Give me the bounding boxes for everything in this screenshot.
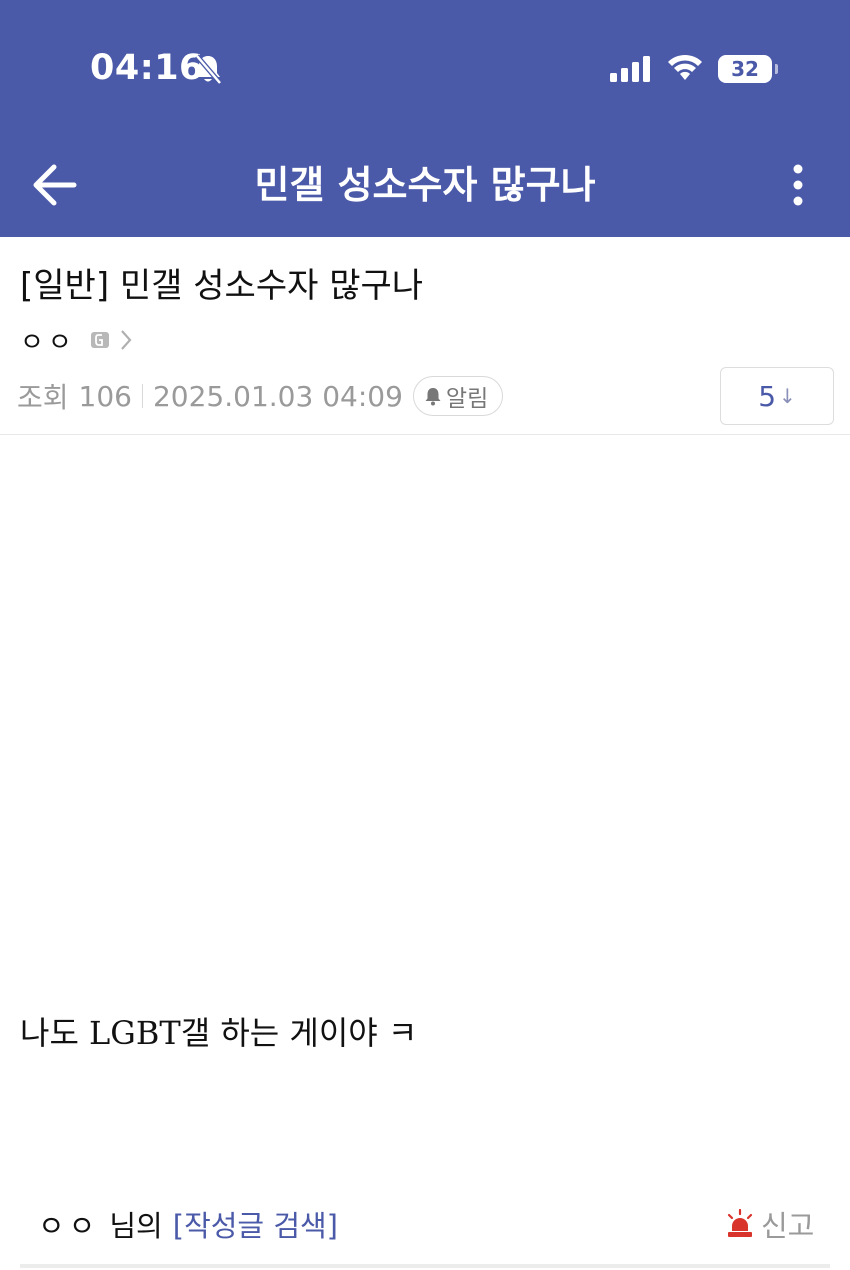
- author-name: ㅇㅇ: [20, 327, 76, 358]
- views-count: 106: [78, 379, 132, 413]
- app-header: 04:16 32 민갤 성소수자 많구나: [0, 0, 850, 237]
- chevron-right-icon: [121, 330, 132, 350]
- post-author[interactable]: ㅇㅇ: [20, 322, 134, 358]
- nav-bar: 민갤 성소수자 많구나: [0, 140, 850, 237]
- status-time: 04:16: [90, 48, 204, 88]
- author-search-row: ㅇㅇ 님의 [작성글 검색]: [38, 1200, 338, 1248]
- bell-slash-icon: [195, 54, 222, 85]
- siren-icon: [727, 1209, 753, 1237]
- author-posts-search-link[interactable]: [작성글 검색]: [173, 1203, 338, 1245]
- author-suffix: 님의: [109, 1209, 163, 1243]
- post-title: [일반] 민갤 성소수자 많구나: [20, 266, 424, 306]
- gallog-icon: [90, 332, 109, 348]
- post-body: 나도 LGBT갤 하는 게이야 ㅋ: [20, 1014, 418, 1052]
- post-meta: 조회 106 2025.01.03 04:09 알림: [17, 372, 504, 420]
- post-datetime: 2025.01.03 04:09: [152, 379, 403, 413]
- alarm-button[interactable]: 알림: [412, 376, 504, 416]
- comment-jump-button[interactable]: 5 ↓: [720, 367, 834, 425]
- cellular-signal-icon: [610, 56, 650, 82]
- more-vertical-icon[interactable]: [780, 162, 816, 208]
- meta-divider: [141, 384, 143, 408]
- report-button[interactable]: 신고: [725, 1200, 814, 1248]
- views-label: 조회: [17, 381, 69, 414]
- header-divider: [0, 434, 850, 435]
- report-label: 신고: [761, 1209, 815, 1243]
- battery-icon: 32: [718, 55, 778, 83]
- status-bar: 04:16 32: [0, 0, 850, 140]
- down-arrow-icon: ↓: [779, 384, 796, 408]
- comment-count: 5: [758, 379, 777, 413]
- bottom-divider: [20, 1264, 830, 1268]
- wifi-icon: [668, 54, 702, 80]
- alarm-label: 알림: [445, 386, 489, 412]
- back-arrow-icon[interactable]: [30, 162, 78, 208]
- nav-title: 민갤 성소수자 많구나: [254, 163, 596, 207]
- footer-author-name: ㅇㅇ: [38, 1209, 100, 1243]
- bell-icon: [425, 388, 441, 406]
